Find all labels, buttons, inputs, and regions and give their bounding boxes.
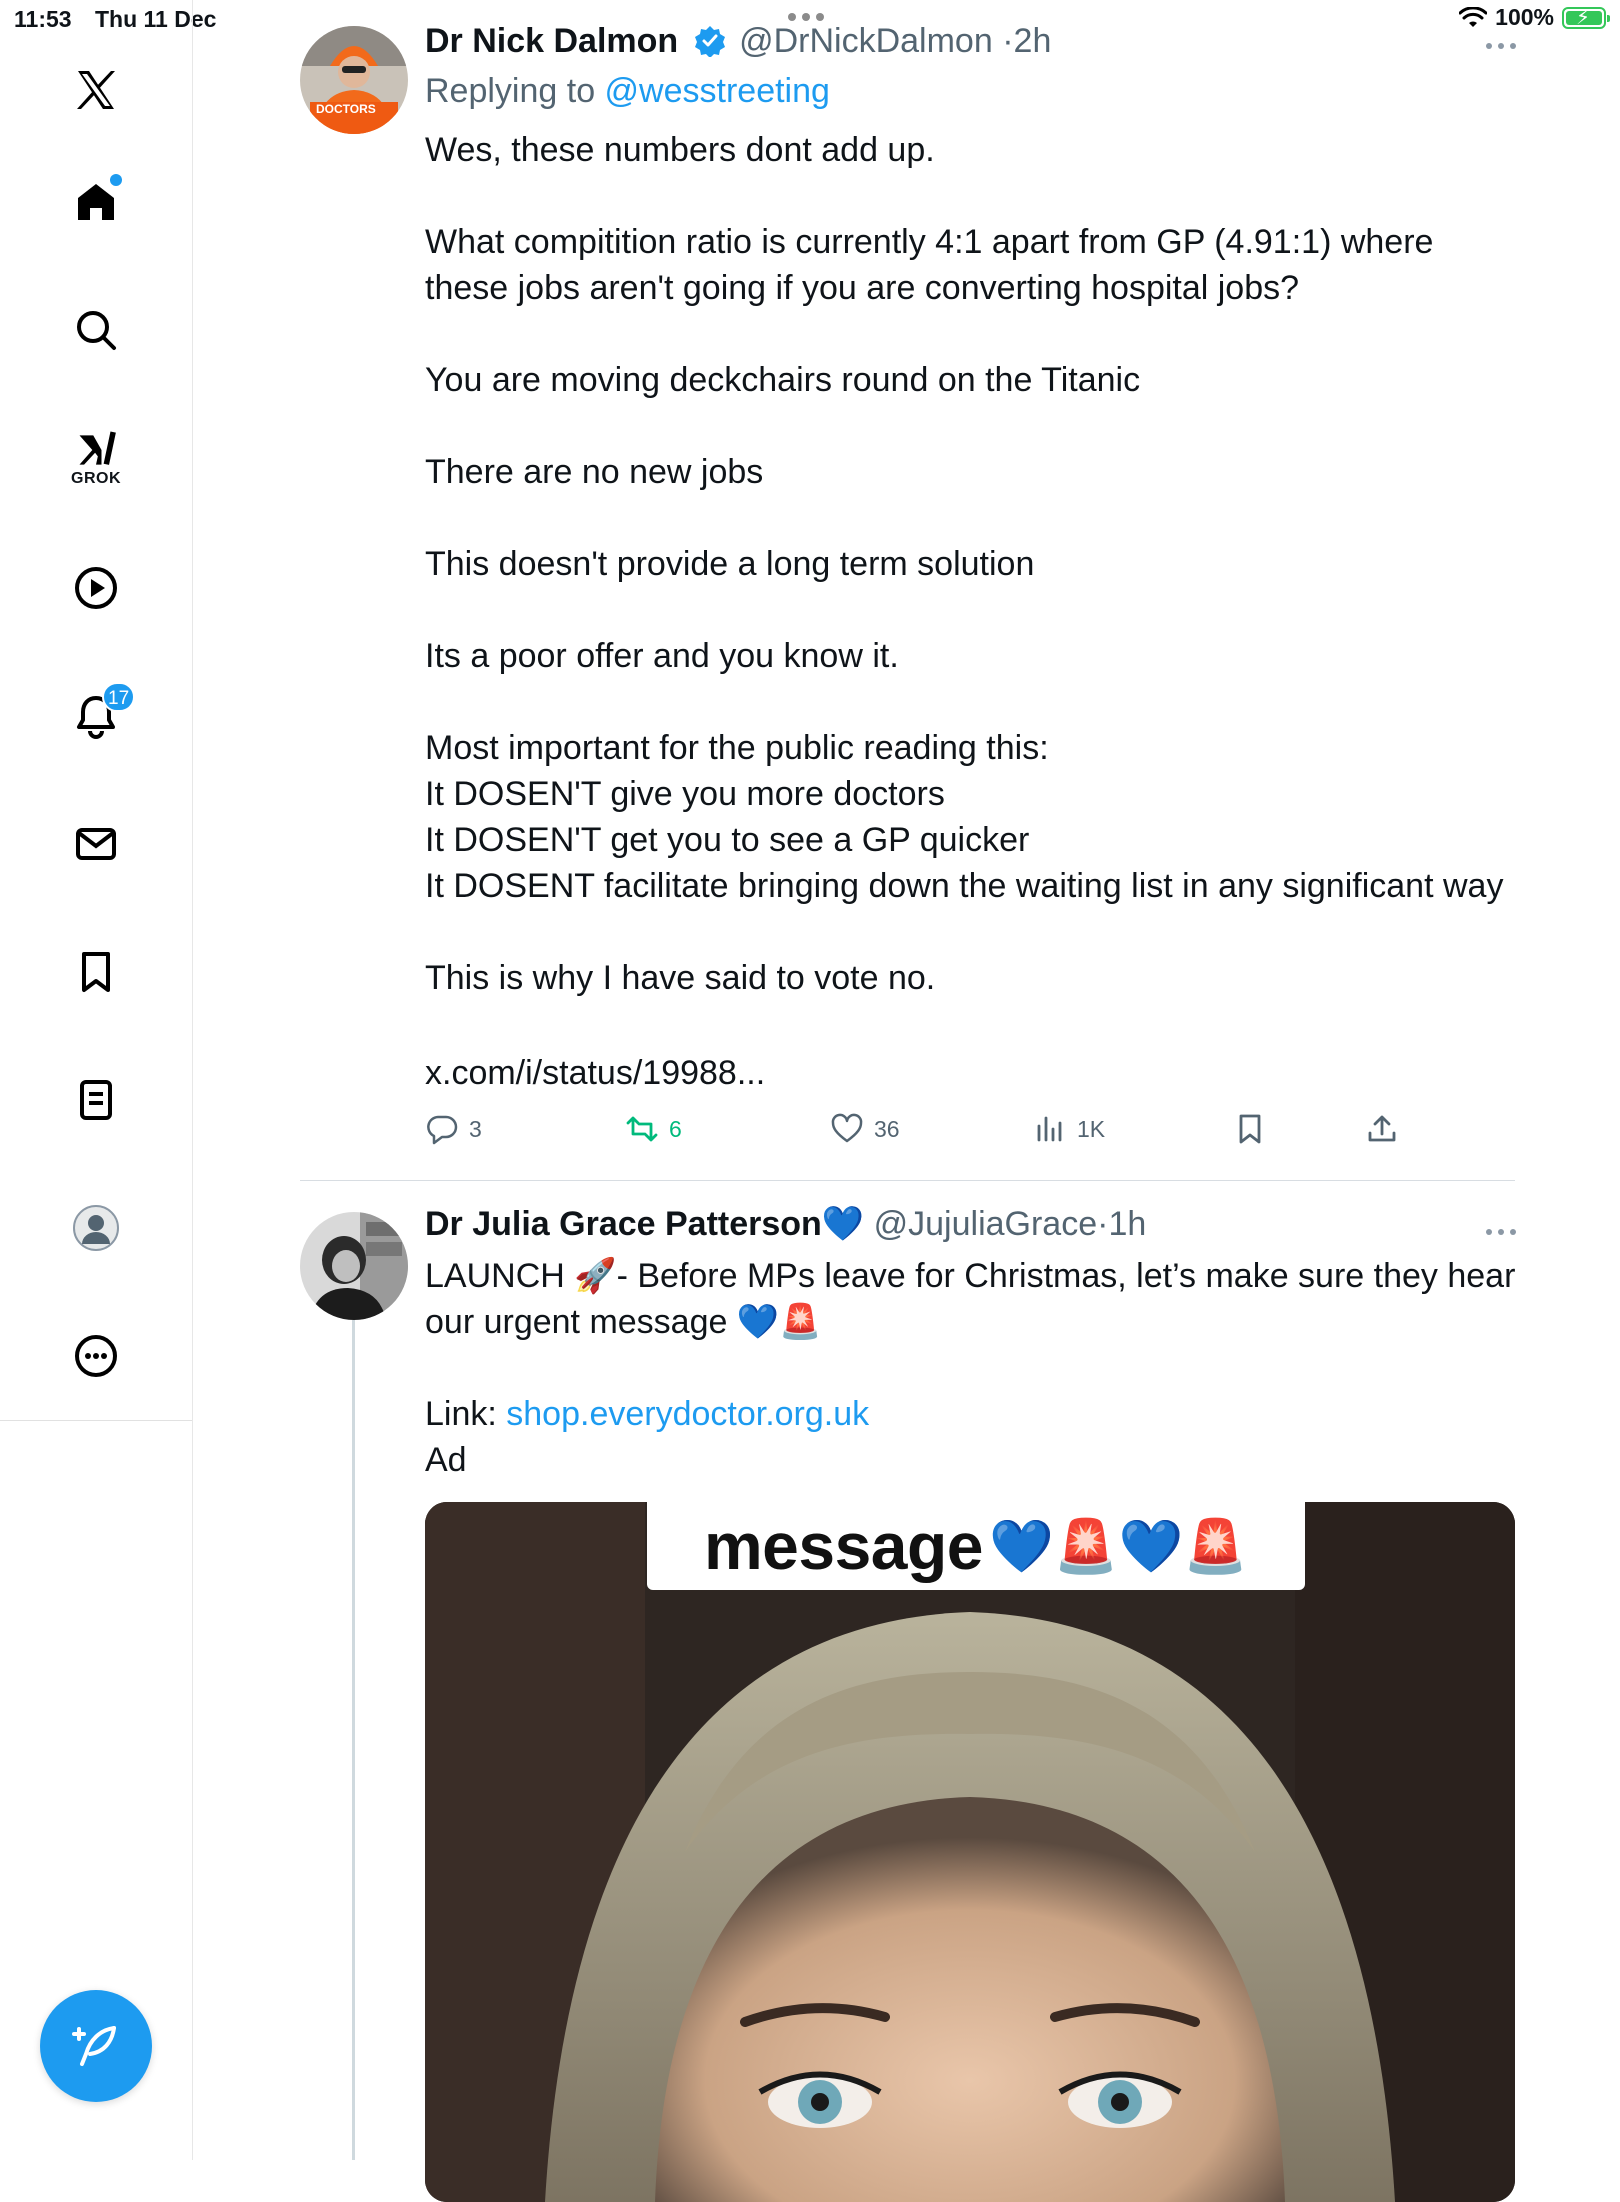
- tweet1-time[interactable]: 2h: [1014, 22, 1052, 60]
- tweet2-body: LAUNCH 🚀- Before MPs leave for Christmas…: [425, 1253, 1620, 1483]
- tweet1-line: This doesn't provide a long term solutio…: [425, 545, 1035, 583]
- views-count: 1K: [1077, 1115, 1106, 1142]
- tweet2-header: Dr Julia Grace Patterson💙 @JujuliaGrace·…: [425, 1204, 1146, 1244]
- mail-icon[interactable]: [48, 804, 144, 884]
- tweet2-video[interactable]: message 💙🚨💙🚨: [425, 1502, 1515, 2202]
- replying-to-prefix: Replying to: [425, 72, 605, 110]
- tweet1-line: What compitition ratio is currently 4:1 …: [425, 223, 1434, 261]
- replying-to: Replying to @wesstreeting: [425, 72, 830, 111]
- tweet1-body: Wes, these numbers dont add up. What comp…: [425, 127, 1620, 1001]
- avatar-julia-patterson[interactable]: [300, 1212, 408, 1320]
- tweet1-actions: 3 6 36 1K: [425, 1112, 1425, 1156]
- tweet1-line: these jobs aren't going if you are conve…: [425, 269, 1300, 307]
- video-caption-emojis: 💙🚨💙🚨: [989, 1517, 1248, 1576]
- home-unread-dot: [110, 174, 122, 186]
- tweet2-link-label: Link:: [425, 1395, 507, 1433]
- tweet2-line1: LAUNCH 🚀- Before MPs leave for Christmas…: [425, 1257, 1516, 1295]
- heart-icon: [831, 1113, 863, 1143]
- tweet1-blank-line: [425, 909, 1620, 955]
- avatar-sign-text: DOCTORS: [316, 102, 376, 116]
- tweet2-link[interactable]: shop.everydoctor.org.uk: [506, 1395, 869, 1433]
- repost-icon: [626, 1116, 658, 1142]
- profile-icon[interactable]: [48, 1188, 144, 1268]
- share-icon: [1368, 1115, 1396, 1142]
- bookmark-outline-icon: [1239, 1114, 1261, 1144]
- tweet1-line: This is why I have said to vote no.: [425, 959, 936, 997]
- status-right: 100% ⚡: [1459, 4, 1610, 31]
- tweet1-blank-line: [425, 311, 1620, 357]
- tweet1-header: Dr Nick Dalmon @DrNickDalmon ·2h: [425, 22, 1051, 61]
- bookmark-icon[interactable]: [48, 932, 144, 1012]
- tweet1-line: Most important for the public reading th…: [425, 729, 1049, 767]
- tweet1-blank-line: [425, 173, 1620, 219]
- video-caption-text: message: [703, 1509, 984, 1583]
- tweet1-author-name[interactable]: Dr Nick Dalmon: [425, 22, 678, 60]
- repost-button[interactable]: 6: [625, 1112, 682, 1146]
- lists-icon[interactable]: [48, 1060, 144, 1140]
- tweet1-blank-line: [425, 495, 1620, 541]
- notifications-badge: 17: [102, 682, 136, 712]
- tweet1-line: Wes, these numbers dont add up.: [425, 131, 935, 169]
- tweet1-blank-line: [425, 403, 1620, 449]
- like-button[interactable]: 36: [830, 1112, 900, 1146]
- tweet1-handle[interactable]: @DrNickDalmon: [739, 22, 993, 60]
- battery-percent: 100%: [1495, 4, 1554, 30]
- tweet2-more-icon[interactable]: [1483, 1222, 1519, 1240]
- tweet1-line: It DOSEN'T give you more doctors: [425, 775, 945, 813]
- tweet2-handle[interactable]: @JujuliaGrace: [874, 1205, 1098, 1243]
- x-logo-icon[interactable]: [48, 50, 144, 130]
- like-count: 36: [874, 1115, 900, 1142]
- tweet2-author-name[interactable]: Dr Julia Grace Patterson: [425, 1205, 822, 1243]
- views-icon: [1037, 1116, 1062, 1142]
- bookmark-button[interactable]: [1233, 1112, 1267, 1146]
- tweet1-blank-line: [425, 587, 1620, 633]
- avatar-nick-dalmon[interactable]: DOCTORS: [300, 26, 408, 134]
- compose-button[interactable]: [40, 1990, 152, 2102]
- tweet1-more-icon[interactable]: [1483, 36, 1519, 54]
- sidebar-divider: [0, 1420, 192, 1421]
- tweet1-line: You are moving deckchairs round on the T…: [425, 361, 1141, 399]
- sidebar: GROK 17: [0, 0, 193, 2160]
- ad-label: Ad: [425, 1441, 467, 1479]
- tweet1-blank-line: [425, 679, 1620, 725]
- video-thumbnail: [425, 1502, 1515, 2202]
- compose-icon: [72, 2026, 116, 2066]
- grok-icon[interactable]: GROK: [48, 418, 144, 498]
- reply-button[interactable]: 3: [425, 1112, 482, 1146]
- wifi-icon: [1459, 6, 1488, 27]
- tweet2-name-emoji: 💙: [821, 1205, 865, 1243]
- video-caption: message 💙🚨💙🚨: [647, 1502, 1305, 1590]
- tweet1-dot: ·: [1002, 22, 1014, 60]
- reply-count: 3: [469, 1115, 482, 1142]
- thread-line: [352, 1320, 355, 2160]
- tweet1-line: Its a poor offer and you know it.: [425, 637, 899, 675]
- tweet1-line: It DOSENT facilitate bringing down the w…: [425, 867, 1504, 905]
- tweet2-time[interactable]: 1h: [1108, 1205, 1146, 1243]
- battery-icon: ⚡: [1562, 6, 1610, 29]
- repost-count: 6: [669, 1115, 682, 1142]
- home-icon[interactable]: [48, 162, 144, 242]
- tweet1-line: It DOSEN'T get you to see a GP quicker: [425, 821, 1030, 859]
- share-button[interactable]: [1365, 1112, 1399, 1146]
- views-button[interactable]: 1K: [1033, 1112, 1105, 1146]
- tweet2-link-line: Link: shop.everydoctor.org.uk: [425, 1391, 1620, 1437]
- search-icon[interactable]: [48, 290, 144, 370]
- tweet2-line2: our urgent message 💙🚨: [425, 1303, 822, 1341]
- replying-to-link[interactable]: @wesstreeting: [605, 72, 830, 110]
- tweet2-dot: ·: [1097, 1205, 1109, 1243]
- grok-label: GROK: [71, 470, 121, 487]
- more-circle-icon[interactable]: [48, 1316, 144, 1396]
- video-icon[interactable]: [48, 548, 144, 628]
- tweet-separator: [300, 1180, 1515, 1181]
- notifications-icon[interactable]: 17: [48, 676, 144, 756]
- verified-badge-icon: [694, 26, 725, 58]
- tweet1-status-link[interactable]: x.com/i/status/19988...: [425, 1050, 1620, 1096]
- tweet1-line: There are no new jobs: [425, 453, 764, 491]
- reply-icon: [427, 1115, 458, 1145]
